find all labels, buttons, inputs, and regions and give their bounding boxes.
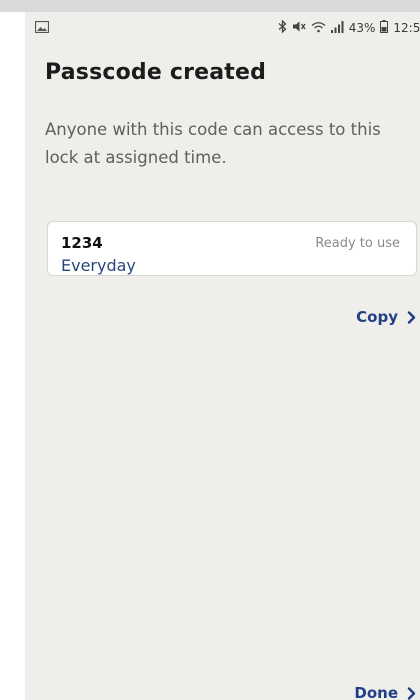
wifi-icon (311, 21, 326, 36)
done-label: Done (354, 684, 398, 700)
clock-time: 12:57 (393, 21, 420, 35)
status-bar: 43% 12:57 (25, 12, 420, 42)
done-button[interactable]: Done (354, 684, 416, 700)
signal-percent: 43% (348, 21, 376, 35)
battery-icon (380, 20, 389, 36)
passcode-card: 1234 Ready to use Everyday (47, 221, 417, 276)
status-right-group: 43% 12:57 (278, 19, 420, 36)
chevron-right-icon (407, 686, 416, 700)
top-edge (0, 0, 420, 12)
page-description: Anyone with this code can access to this… (45, 120, 381, 167)
passcode-schedule: Everyday (61, 256, 136, 275)
gallery-icon (34, 20, 50, 36)
bluetooth-icon (278, 19, 287, 36)
mute-icon (292, 20, 306, 36)
app-screen: 43% 12:57 Passcode created Anyone with t… (25, 12, 420, 700)
passcode-code: 1234 (61, 234, 103, 252)
passcode-status: Ready to use (315, 236, 400, 251)
copy-label: Copy (356, 308, 398, 326)
copy-button[interactable]: Copy (356, 308, 416, 326)
signal-icon (330, 20, 344, 36)
chevron-right-icon (407, 310, 416, 324)
page-title: Passcode created (45, 60, 267, 85)
